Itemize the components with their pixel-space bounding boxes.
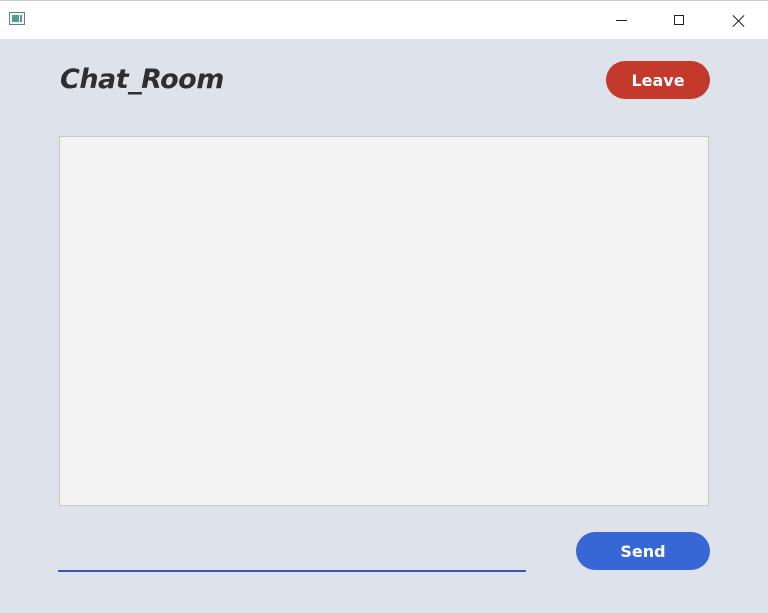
maximize-icon [674,15,684,25]
close-icon [732,14,745,27]
chat-window: Chat_Room Leave Send [0,0,768,613]
app-window-icon [9,12,25,25]
minimize-button[interactable] [592,1,650,39]
maximize-button[interactable] [650,1,708,39]
title-bar [0,1,768,39]
message-area[interactable] [59,136,709,506]
room-title: Chat_Room [60,64,224,95]
message-input[interactable] [58,537,526,572]
minimize-icon [615,20,627,21]
leave-button[interactable]: Leave [606,61,710,99]
send-button[interactable]: Send [576,532,710,570]
close-button[interactable] [708,1,768,39]
